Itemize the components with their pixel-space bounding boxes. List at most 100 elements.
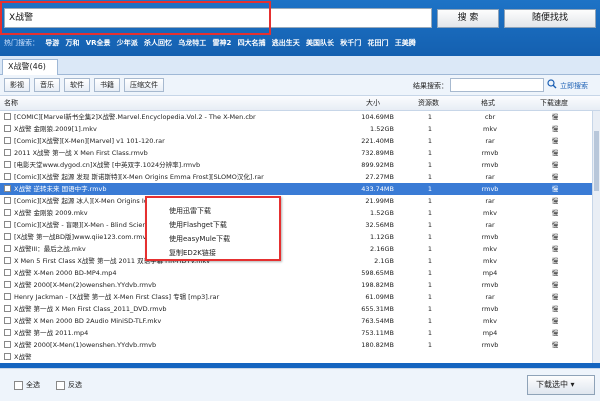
- table-row[interactable]: [电影天堂www.dygod.cn]X战警 [中英双字.1024分辨率].rmv…: [0, 159, 592, 171]
- row-size: 27.27MB: [365, 173, 394, 181]
- table-row[interactable]: X战警III：最后之战.mkv 2.16GB 1 mkv 慢: [0, 243, 592, 255]
- row-checkbox[interactable]: [4, 113, 11, 120]
- filter-video-button[interactable]: 影视: [4, 78, 30, 92]
- table-row[interactable]: [Comic][X战警 起源 冰人][X-Men Origins Iceman]…: [0, 195, 592, 207]
- invert-checkbox[interactable]: [56, 381, 65, 390]
- row-size: 1.52GB: [370, 125, 394, 133]
- search-button[interactable]: 搜 索: [437, 9, 499, 28]
- search-icon[interactable]: [547, 79, 557, 89]
- tab-results[interactable]: X战警(46): [2, 59, 58, 75]
- row-checkbox[interactable]: [4, 257, 11, 264]
- column-size[interactable]: 大小: [366, 96, 380, 110]
- row-checkbox[interactable]: [4, 233, 11, 240]
- filter-music-button[interactable]: 音乐: [34, 78, 60, 92]
- menu-item-copy-ed2k[interactable]: 复制ED2K链接: [169, 248, 216, 258]
- filter-software-button[interactable]: 软件: [64, 78, 90, 92]
- row-checkbox[interactable]: [4, 317, 11, 324]
- table-row[interactable]: [Comic][X战警 - 盲眼][X-Men - Blind Science]…: [0, 219, 592, 231]
- row-name: X战警 X Men 2000 BD 2Audio MiniSD-TLF.mkv: [14, 317, 162, 325]
- row-size: 655.31MB: [361, 305, 394, 313]
- table-row[interactable]: [X战警 第一战BD版]www.qiie123.com.rmvb 1.12GB 1 r…: [0, 231, 592, 243]
- row-checkbox[interactable]: [4, 209, 11, 216]
- row-checkbox[interactable]: [4, 293, 11, 300]
- table-row[interactable]: 2011 X战警 第一战 X Men First Class.rmvb 732.8…: [0, 147, 592, 159]
- row-checkbox[interactable]: [4, 305, 11, 312]
- table-row[interactable]: [COMIC][Marvel新书全集2]X战警.Marvel.Encyclope…: [0, 111, 592, 123]
- table-row[interactable]: X战警 第一战 X Men First Class_2011_DVD.rmvb 6…: [0, 303, 592, 315]
- row-format: mp4: [482, 269, 498, 277]
- hot-link[interactable]: 美国队长: [306, 39, 334, 47]
- search-now-link[interactable]: 立即搜索: [560, 81, 588, 91]
- column-format[interactable]: 格式: [481, 96, 495, 110]
- row-checkbox[interactable]: [4, 245, 11, 252]
- row-checkbox[interactable]: [4, 173, 11, 180]
- row-size: 1.52GB: [370, 209, 394, 217]
- filter-books-button[interactable]: 书籍: [94, 78, 120, 92]
- hot-link[interactable]: 少年派: [117, 39, 138, 47]
- table-row[interactable]: X战警 X Men 2000 BD 2Audio MiniSD-TLF.mkv 7…: [0, 315, 592, 327]
- column-speed[interactable]: 下载速度: [540, 96, 568, 110]
- row-checkbox[interactable]: [4, 137, 11, 144]
- hot-link[interactable]: 导游: [45, 39, 59, 47]
- select-all-checkbox[interactable]: [14, 381, 23, 390]
- row-checkbox[interactable]: [4, 125, 11, 132]
- table-row[interactable]: X战警 逆转未来 国语中字.rmvb 433.74MB 1 rmvb 慢: [0, 183, 592, 195]
- row-checkbox[interactable]: [4, 197, 11, 204]
- row-size: 753.11MB: [361, 329, 394, 337]
- hot-link[interactable]: 雷神2: [212, 39, 231, 47]
- row-checkbox[interactable]: [4, 329, 11, 336]
- menu-item-flashget[interactable]: 使用Flashget下载: [169, 220, 227, 230]
- table-row[interactable]: X战警: [0, 351, 592, 363]
- row-speed: 慢: [551, 185, 559, 193]
- table-row[interactable]: X战警 金刚狼.2009[1].mkv 1.52GB 1 mkv 慢: [0, 123, 592, 135]
- menu-item-thunder[interactable]: 使用迅雷下载: [169, 206, 211, 216]
- table-row[interactable]: X战警 2000[X-Men(2)owenshen.YYdvb.rmvb 198.…: [0, 279, 592, 291]
- scrollbar[interactable]: [592, 111, 600, 363]
- table-row[interactable]: X战警 金刚狼 2009.mkv 1.52GB 1 mkv 慢: [0, 207, 592, 219]
- row-checkbox[interactable]: [4, 221, 11, 228]
- row-checkbox[interactable]: [4, 341, 11, 348]
- row-size: 2.16GB: [370, 245, 394, 253]
- hot-link[interactable]: 万和: [65, 39, 79, 47]
- table-row[interactable]: Henry Jackman - [X战警 第一战 X-Men First Cla…: [0, 291, 592, 303]
- row-checkbox[interactable]: [4, 185, 11, 192]
- table-row[interactable]: [Comic][X战警][X-Men][Marvel] v1 101-120.r…: [0, 135, 592, 147]
- hot-link[interactable]: 花田门: [368, 39, 389, 47]
- row-checkbox[interactable]: [4, 161, 11, 168]
- result-search-input[interactable]: [450, 78, 544, 92]
- hot-link[interactable]: 四大名捕: [238, 39, 266, 47]
- table-row[interactable]: [Comic][X战警 起源 发现 斯诺斯特][X-Men Origins Em…: [0, 171, 592, 183]
- table-row[interactable]: X战警 第一战 2011.mp4 753.11MB 1 mp4 慢: [0, 327, 592, 339]
- row-size: 899.92MB: [361, 161, 394, 169]
- menu-item-easymule[interactable]: 使用easyMule下载: [169, 234, 230, 244]
- row-count: 1: [427, 161, 433, 169]
- row-format: rmvb: [481, 341, 499, 349]
- bottom-bar: 全选 反选 下载选中 ▾: [0, 368, 600, 401]
- row-speed: 慢: [551, 125, 559, 133]
- row-format: rar: [485, 197, 495, 205]
- row-count: 1: [427, 257, 433, 265]
- column-count[interactable]: 资源数: [418, 96, 439, 110]
- hot-link[interactable]: 杀人回忆: [144, 39, 172, 47]
- filter-archive-button[interactable]: 压缩文件: [124, 78, 164, 92]
- hot-link[interactable]: VR全景: [86, 39, 111, 47]
- table-row[interactable]: X Men 5 First Class X战警 第一战 2011 双语字幕 HR…: [0, 255, 592, 267]
- column-name[interactable]: 名称: [4, 96, 18, 110]
- row-format: rmvb: [481, 281, 499, 289]
- row-checkbox[interactable]: [4, 281, 11, 288]
- hot-link[interactable]: 秋千门: [340, 39, 361, 47]
- hot-link[interactable]: 王美腾: [395, 39, 416, 47]
- row-checkbox[interactable]: [4, 269, 11, 276]
- scrollbar-thumb[interactable]: [594, 131, 599, 191]
- hot-link[interactable]: 逃出生天: [272, 39, 300, 47]
- row-speed: 慢: [551, 281, 559, 289]
- row-checkbox[interactable]: [4, 149, 11, 156]
- table-row[interactable]: X战警 X-Men 2000 BD-MP4.mp4 598.65MB 1 mp4 慢: [0, 267, 592, 279]
- row-speed: 慢: [551, 341, 559, 349]
- row-format: rmvb: [481, 233, 499, 241]
- download-selected-button[interactable]: 下载选中 ▾: [527, 375, 595, 395]
- random-search-button[interactable]: 随便找找: [504, 9, 596, 28]
- row-checkbox[interactable]: [4, 353, 11, 360]
- table-row[interactable]: X战警 2000[X-Men(1)owenshen.YYdvb.rmvb 180.…: [0, 339, 592, 351]
- hot-link[interactable]: 乌龙特工: [178, 39, 206, 47]
